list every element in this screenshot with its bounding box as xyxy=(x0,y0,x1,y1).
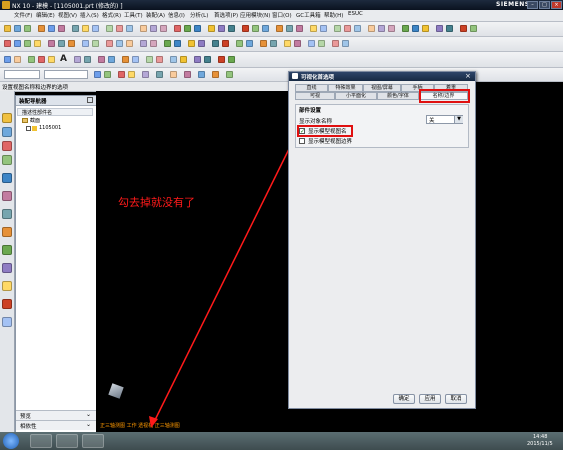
start-button-icon[interactable] xyxy=(3,433,19,449)
tab-faceting[interactable]: 小平面化 xyxy=(335,92,377,100)
show-object-name-select[interactable]: 关 ▼ xyxy=(426,115,463,124)
show-view-border-label: 显示模型视图边界 xyxy=(308,139,353,145)
chevron-down-icon[interactable]: ▼ xyxy=(454,116,463,123)
tab-highlight-box xyxy=(419,89,470,103)
taskbar-explorer-icon[interactable] xyxy=(56,434,78,448)
ok-button[interactable]: 确定 xyxy=(393,394,415,404)
show-view-border-option[interactable]: 显示模型视图边界 xyxy=(299,137,379,145)
tab-view-screen[interactable]: 视图/屏幕 xyxy=(363,84,401,92)
clock-time: 14:48 xyxy=(533,434,548,440)
windows-taskbar: 14:48 2015/11/5 xyxy=(0,432,563,450)
apply-button[interactable]: 应用 xyxy=(419,394,441,404)
show-view-border-checkbox[interactable] xyxy=(299,138,305,144)
dialog-title: 可视化首选项 xyxy=(301,75,335,81)
tab-visual[interactable]: 可视 xyxy=(295,92,335,100)
tab-special-effects[interactable]: 特殊效果 xyxy=(328,84,363,92)
cancel-button[interactable]: 取消 xyxy=(445,394,467,404)
dialog-gear-icon xyxy=(292,73,298,79)
dialog-title-bar: 可视化首选项 × xyxy=(289,72,475,81)
group-title: 部件设置 xyxy=(299,108,322,114)
visualization-preferences-dialog: 可视化首选项 × 直线 特殊效果 视图/屏幕 手柄 着重 可视 小平面化 颜色/… xyxy=(288,71,476,409)
show-object-name-label: 显示对象名称 xyxy=(299,119,333,125)
taskbar-nx-icon[interactable] xyxy=(82,434,104,448)
annotation-arrow xyxy=(149,146,291,428)
select-value: 关 xyxy=(429,118,435,124)
tab-color-font[interactable]: 颜色/字体 xyxy=(377,92,419,100)
tab-line[interactable]: 直线 xyxy=(295,84,328,92)
clock-date: 2015/11/5 xyxy=(527,441,553,447)
checkbox-highlight-box xyxy=(297,125,353,137)
dialog-close-icon[interactable]: × xyxy=(465,72,471,80)
part-settings-group: 部件设置 显示对象名称 关 ▼ ✓ 显示模型视图名 显示模型视图边界 xyxy=(295,104,469,148)
taskbar-sogou-icon[interactable] xyxy=(30,434,52,448)
